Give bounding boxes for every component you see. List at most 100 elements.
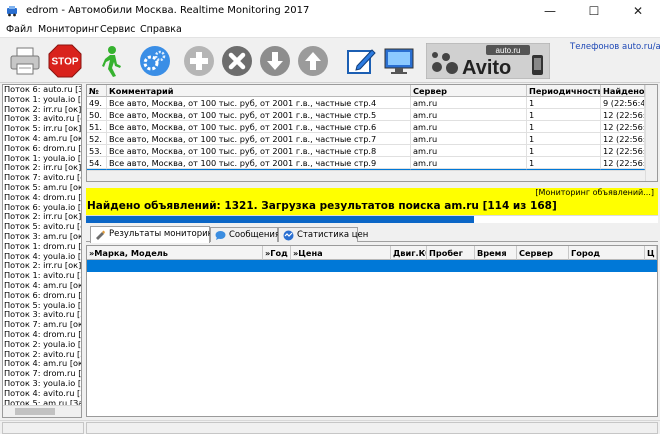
printer-icon [10,47,40,75]
cell-server: am.ru [411,157,527,169]
move-up-button[interactable] [294,42,332,80]
col-header-year[interactable]: »Год [263,246,291,260]
stream-log-line: Поток 3: youla.io [ок] [4,378,81,388]
cell-period: 1 [527,157,601,169]
results-horizontal-scrollbar[interactable] [87,170,645,181]
cell-period: 1 [527,97,601,109]
col-header-price[interactable]: »Цена [291,246,391,260]
edit-button[interactable] [342,42,380,80]
walking-man-icon [102,46,121,77]
cell-server: am.ru [411,109,527,121]
tab-monitoring-results-label: Результаты мониторинга [109,229,223,239]
stream-log-line: Поток 6: drom.ru [ок] [4,143,81,153]
col-header-comment[interactable]: Комментарий [107,85,411,97]
col-header-time[interactable]: Время [475,246,517,260]
streams-horizontal-scrollbar[interactable] [3,405,81,417]
stream-log-line: Поток 6: youla.io [ок] [4,202,81,212]
cell-found: 12 (22:56:5 [601,109,645,121]
menu-file[interactable]: Файл [6,24,32,35]
stats-globe-icon [283,230,294,241]
monitor-button[interactable] [380,42,418,80]
avito-autoru-button[interactable]: auto.ru Avito [426,42,550,80]
phones-link[interactable]: Телефонов auto.ru/avito [570,42,660,52]
arrow-up-circle-icon [298,46,328,76]
move-down-button[interactable] [256,42,294,80]
stream-log-line: Поток 2: irr.ru [ок] [4,261,81,271]
print-button[interactable] [6,42,44,80]
tab-messages[interactable]: Сообщения [210,227,280,242]
cell-period: 1 [527,109,601,121]
stream-log-line: Поток 1: youla.io [ок] [4,153,81,163]
col-header-server[interactable]: Сервер [411,85,527,97]
col-header-city[interactable]: Город [569,246,645,260]
cell-found: 12 (22:56:5 [601,121,645,133]
stop-label: STOP [51,57,78,68]
col-header-extra[interactable]: Ц [645,246,657,260]
cell-comment: Все авто, Москва, от 100 тыс. руб, от 20… [107,157,411,169]
table-row[interactable]: 54. Все авто, Москва, от 100 тыс. руб, от… [87,157,645,169]
search-results-table[interactable]: № Комментарий Сервер Периодичность Найде… [86,84,658,182]
title-bar: edrom - Автомобили Москва. Realtime Moni… [0,0,660,22]
delete-button[interactable] [218,42,256,80]
tab-price-stats[interactable]: Статистика цен [278,227,368,242]
status-bar [0,420,660,434]
stream-log-line: Поток 4: youla.io [ок] [4,251,81,261]
col-header-period[interactable]: Периодичность [527,85,601,97]
app-icon [7,6,17,17]
cell-number: 52. [87,133,107,145]
tab-monitoring-results[interactable]: Результаты мониторинга [90,226,223,243]
minimize-button[interactable]: — [528,0,572,22]
streams-log-panel[interactable]: Поток 6: auto.ru [Загр Поток 1: youla.io … [2,84,82,418]
col-header-number[interactable]: № [87,85,107,97]
col-header-found[interactable]: Найдено на [601,85,645,97]
close-button[interactable]: ✕ [616,0,660,22]
stream-log-line: Поток 4: am.ru [ок] [4,359,81,369]
table-row[interactable]: 50. Все авто, Москва, от 100 тыс. руб, от… [87,109,645,121]
menu-bar: Файл Мониторинг Сервис Справка [0,22,660,38]
table-row[interactable]: 49. Все авто, Москва, от 100 тыс. руб, от… [87,97,645,109]
table-row[interactable]: 51. Все авто, Москва, от 100 тыс. руб, от… [87,121,645,133]
results-vertical-scrollbar[interactable] [645,85,657,181]
menu-monitoring[interactable]: Мониторинг [38,24,99,35]
cell-server: am.ru [411,145,527,157]
stream-log-line: Поток 5: youla.io [ок] [4,300,81,310]
edit-pencil-icon [347,49,376,74]
cell-found: 12 (22:56:5 [601,145,645,157]
grid-selected-row[interactable] [87,260,657,272]
stream-log-line: Поток 5: avito.ru [ок] [4,222,81,232]
status-cell-main [86,422,658,434]
monitoring-results-grid[interactable]: »Марка, Модель »Год »Цена Двиг.Кб Пробег… [86,245,658,417]
stream-log-line: Поток 2: irr.ru [ок] [4,212,81,222]
cell-comment: Все авто, Москва, от 100 тыс. руб, от 20… [107,109,411,121]
col-header-mileage[interactable]: Пробег [427,246,475,260]
stream-log-line: Поток 6: auto.ru [Загр [4,85,81,94]
stream-log-line: Поток 2: avito.ru [За [4,349,81,359]
gears-icon [140,46,170,76]
cell-server: am.ru [411,121,527,133]
stream-log-line: Поток 3: am.ru [ок] [4,231,81,241]
start-button[interactable] [92,42,130,80]
cell-comment: Все авто, Москва, от 100 тыс. руб, от 20… [107,97,411,109]
table-row[interactable]: 52. Все авто, Москва, от 100 тыс. руб, от… [87,133,645,145]
stream-log-line: Поток 1: drom.ru [ок] [4,241,81,251]
stream-log-line: Поток 4: avito.ru [За [4,388,81,398]
menu-help[interactable]: Справка [140,24,182,35]
streams-scroll-thumb[interactable] [15,408,55,415]
stream-log-line: Поток 4: drom.ru [ок] [4,329,81,339]
cell-server: am.ru [411,97,527,109]
col-header-make-model[interactable]: »Марка, Модель [87,246,263,260]
table-row[interactable]: 53. Все авто, Москва, от 100 тыс. руб, от… [87,145,645,157]
streams-list: Поток 6: auto.ru [Загр Поток 1: youla.io … [3,85,81,408]
menu-service[interactable]: Сервис [100,24,136,35]
add-button[interactable] [180,42,218,80]
stop-button[interactable]: STOP [46,42,84,80]
chat-bubble-icon [215,231,226,240]
settings-button[interactable] [136,42,174,80]
stream-log-line: Поток 4: am.ru [ок] [4,280,81,290]
cell-period: 1 [527,133,601,145]
plus-circle-icon [184,46,214,76]
col-header-engine[interactable]: Двиг.Кб [391,246,427,260]
tab-price-stats-label: Статистика цен [297,230,369,240]
col-header-server[interactable]: Сервер [517,246,569,260]
maximize-button[interactable]: ☐ [572,0,616,22]
